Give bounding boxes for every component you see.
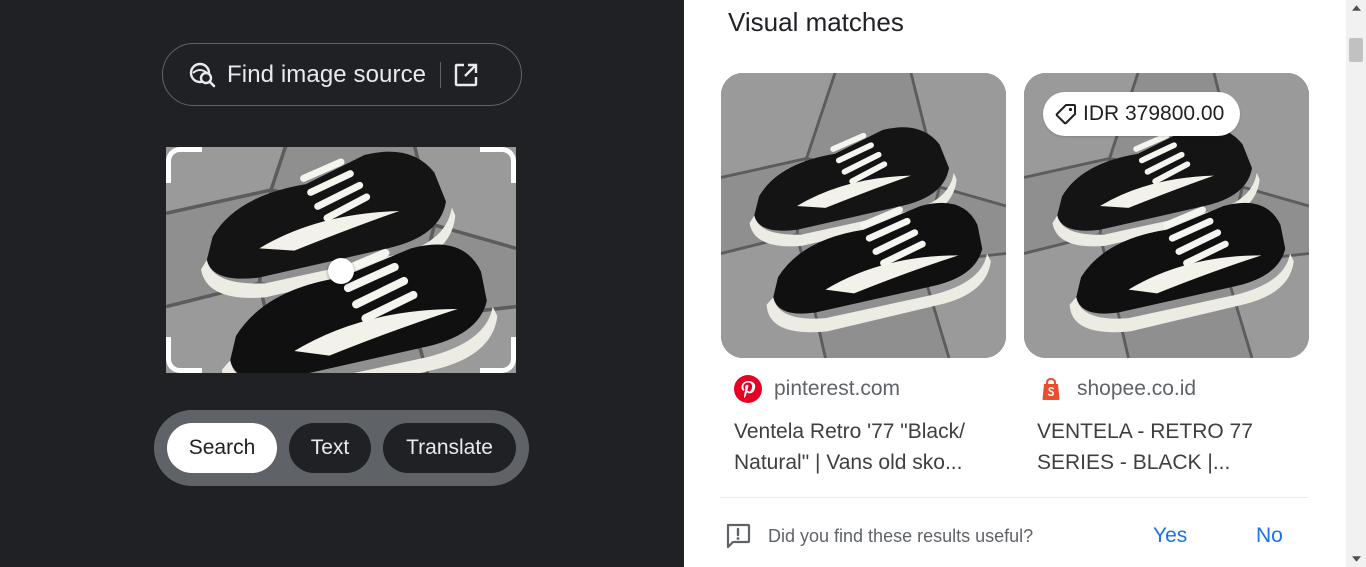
feedback-question: Did you find these results useful? (768, 525, 1034, 546)
crop-handle-bottom-left[interactable] (166, 337, 202, 373)
result-thumbnail[interactable]: IDR 379800.00 (1024, 73, 1309, 358)
mode-search-button[interactable]: Search (167, 423, 277, 473)
lens-crop-panel: Find image source Search Text Translate (0, 0, 684, 567)
result-title-link[interactable]: VENTELA - RETRO 77 SERIES - BLACK |... (1024, 416, 1296, 478)
feedback-no-button[interactable]: No (1256, 524, 1283, 548)
price-tag-icon (1055, 103, 1077, 125)
drag-handle-dot[interactable] (328, 258, 354, 284)
result-title-link[interactable]: Ventela Retro '77 "Black/ Natural" | Van… (721, 416, 993, 478)
results-panel: Visual matches pinterest.com Ventela Ret… (684, 0, 1346, 567)
crop-selection-area[interactable] (166, 147, 516, 373)
feedback-icon (724, 522, 752, 550)
crop-handle-top-right[interactable] (480, 147, 516, 183)
source-site-name: pinterest.com (774, 377, 901, 400)
find-image-source-button[interactable]: Find image source (162, 43, 522, 106)
result-source[interactable]: pinterest.com (721, 374, 1006, 404)
mode-translate-button[interactable]: Translate (383, 423, 516, 473)
find-image-source-label: Find image source (227, 60, 427, 88)
shopee-bag-icon (1037, 375, 1065, 403)
scrollbar-thumb[interactable] (1349, 38, 1363, 62)
results-divider (720, 497, 1308, 498)
price-chip: IDR 379800.00 (1043, 92, 1241, 136)
result-thumbnail[interactable] (721, 73, 1006, 358)
feedback-yes-button[interactable]: Yes (1153, 524, 1187, 548)
page-scrollbar[interactable] (1346, 0, 1366, 567)
button-divider (440, 61, 442, 88)
visual-matches-heading: Visual matches (728, 7, 904, 37)
pinterest-icon (734, 375, 762, 403)
open-in-new-icon[interactable] (453, 62, 479, 88)
crop-handle-bottom-right[interactable] (480, 337, 516, 373)
feedback-row: Did you find these results useful? Yes N… (724, 520, 1324, 552)
result-card[interactable]: IDR 379800.00 shopee.co.id VENTELA - RET… (1024, 73, 1309, 478)
price-value: IDR 379800.00 (1083, 102, 1225, 125)
result-card[interactable]: pinterest.com Ventela Retro '77 "Black/ … (721, 73, 1006, 478)
lens-search-icon (189, 61, 217, 89)
mode-text-button[interactable]: Text (289, 423, 371, 473)
source-site-name: shopee.co.id (1077, 377, 1197, 400)
lens-mode-switcher: Search Text Translate (154, 410, 529, 486)
crop-handle-top-left[interactable] (166, 147, 202, 183)
scroll-down-arrow-icon[interactable] (1346, 551, 1366, 567)
scroll-up-arrow-icon[interactable] (1346, 0, 1366, 16)
result-source[interactable]: shopee.co.id (1024, 374, 1309, 404)
